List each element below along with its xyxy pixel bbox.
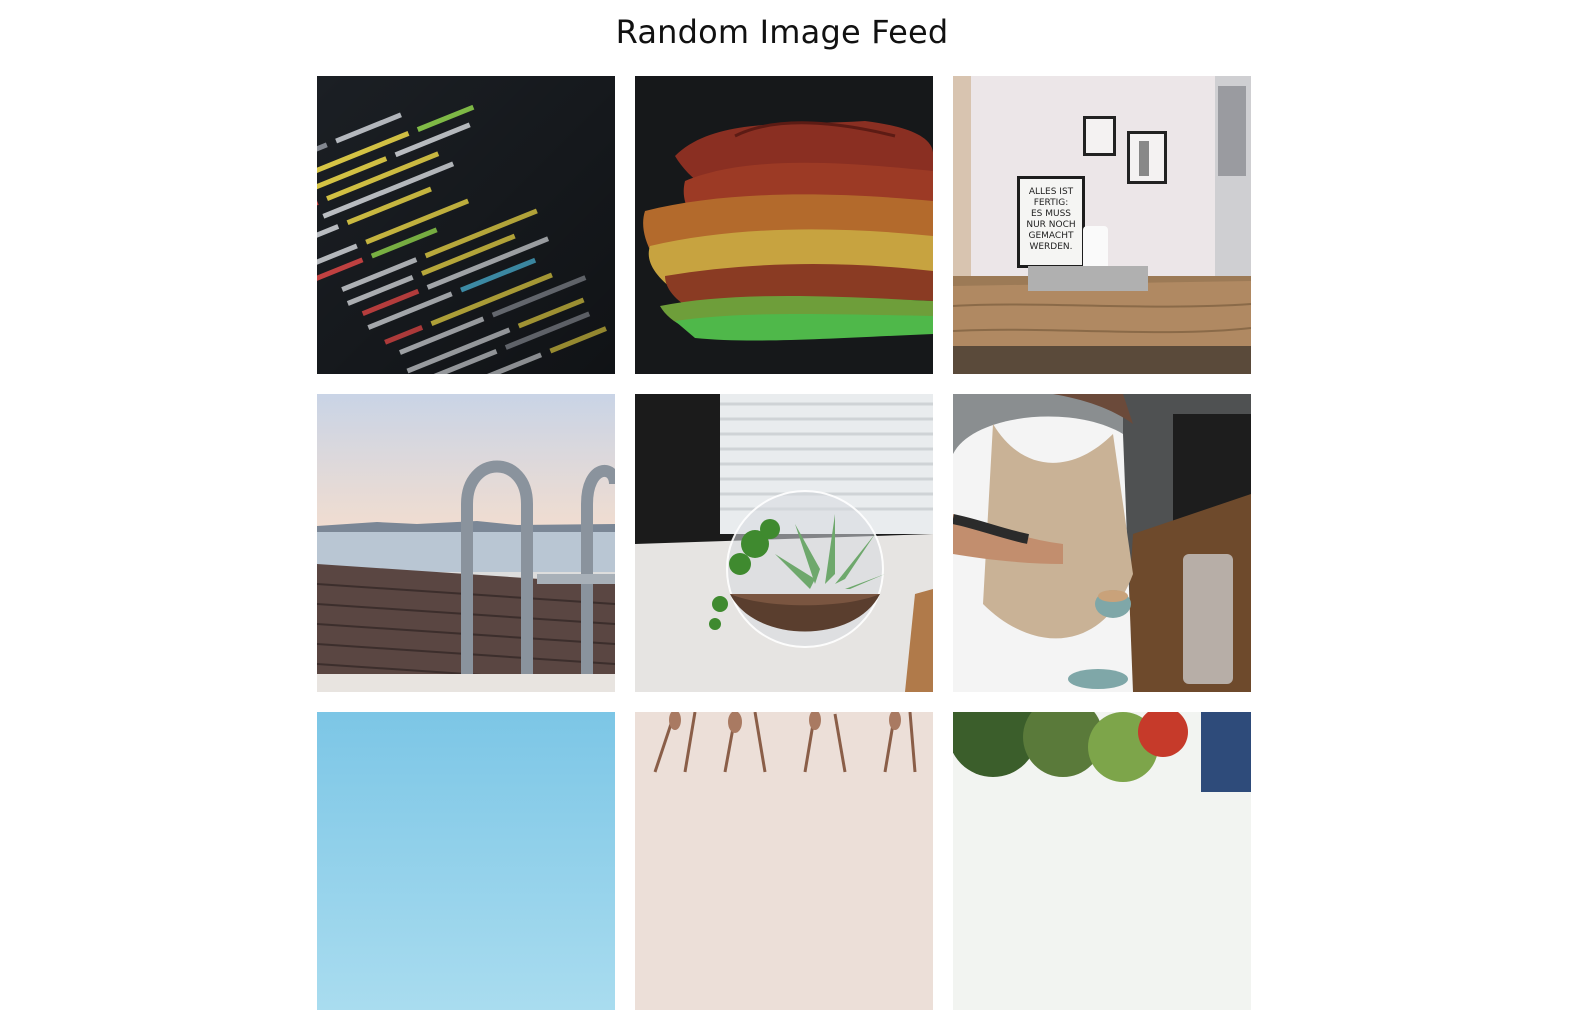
feed-image-code[interactable]: [317, 76, 615, 374]
poster-text: ALLES IST FERTIG: ES MUSS NUR NOCH GEMAC…: [1026, 187, 1075, 252]
page-title: Random Image Feed: [615, 13, 949, 51]
feed-image-barista[interactable]: [953, 394, 1251, 692]
terrarium-plant-image: [635, 394, 933, 692]
blue-sky-image: [317, 712, 615, 1010]
svg-text:ALLES IST: ALLES IST: [1029, 187, 1074, 197]
barista-coffee-image: [953, 394, 1251, 692]
trees-garden-image: [953, 712, 1251, 1010]
feed-image-office[interactable]: ALLES IST FERTIG: ES MUSS NUR NOCH GEMAC…: [953, 76, 1251, 374]
svg-text:FERTIG:: FERTIG:: [1034, 198, 1069, 208]
svg-text:WERDEN.: WERDEN.: [1029, 242, 1072, 252]
svg-text:ES MUSS: ES MUSS: [1031, 209, 1071, 219]
dry-grass-image: [635, 712, 933, 1010]
code-editor-image: [317, 76, 615, 374]
feed-image-garden[interactable]: [953, 712, 1251, 1010]
feed-image-pier[interactable]: [317, 394, 615, 692]
pier-ladder-image: [317, 394, 615, 692]
svg-text:NUR NOCH: NUR NOCH: [1026, 220, 1075, 230]
image-feed-grid: ALLES IST FERTIG: ES MUSS NUR NOCH GEMAC…: [317, 76, 1251, 1010]
dried-leaves-image: [635, 76, 933, 374]
svg-text:GEMACHT: GEMACHT: [1029, 231, 1074, 241]
feed-image-terrarium[interactable]: [635, 394, 933, 692]
feed-image-grass[interactable]: [635, 712, 933, 1010]
office-desk-image: ALLES IST FERTIG: ES MUSS NUR NOCH GEMAC…: [953, 76, 1251, 374]
feed-image-sky[interactable]: [317, 712, 615, 1010]
feed-image-leaves[interactable]: [635, 76, 933, 374]
